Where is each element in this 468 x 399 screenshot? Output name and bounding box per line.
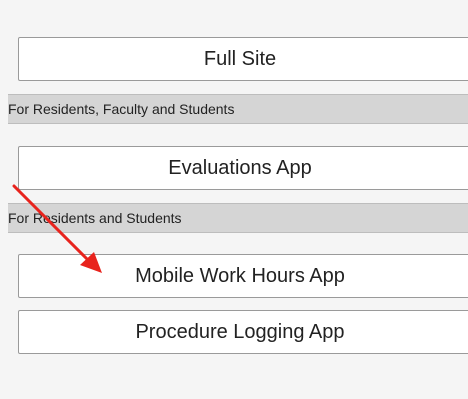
full-site-button[interactable]: Full Site xyxy=(18,37,468,81)
mobile-work-hours-app-label: Mobile Work Hours App xyxy=(135,264,345,287)
full-site-label: Full Site xyxy=(203,47,277,70)
section-header-label: For Residents, Faculty and Students xyxy=(8,101,235,117)
procedure-logging-app-label: Procedure Logging App xyxy=(135,320,345,343)
section-header-residents-students: For Residents and Students xyxy=(8,203,468,233)
procedure-logging-app-button[interactable]: Procedure Logging App xyxy=(18,310,468,354)
section-header-residents-faculty-students: For Residents, Faculty and Students xyxy=(8,94,468,124)
section-header-label: For Residents and Students xyxy=(8,210,182,226)
mobile-work-hours-app-button[interactable]: Mobile Work Hours App xyxy=(18,254,468,298)
evaluations-app-button[interactable]: Evaluations App xyxy=(18,146,468,190)
evaluations-app-label: Evaluations App xyxy=(168,156,312,179)
